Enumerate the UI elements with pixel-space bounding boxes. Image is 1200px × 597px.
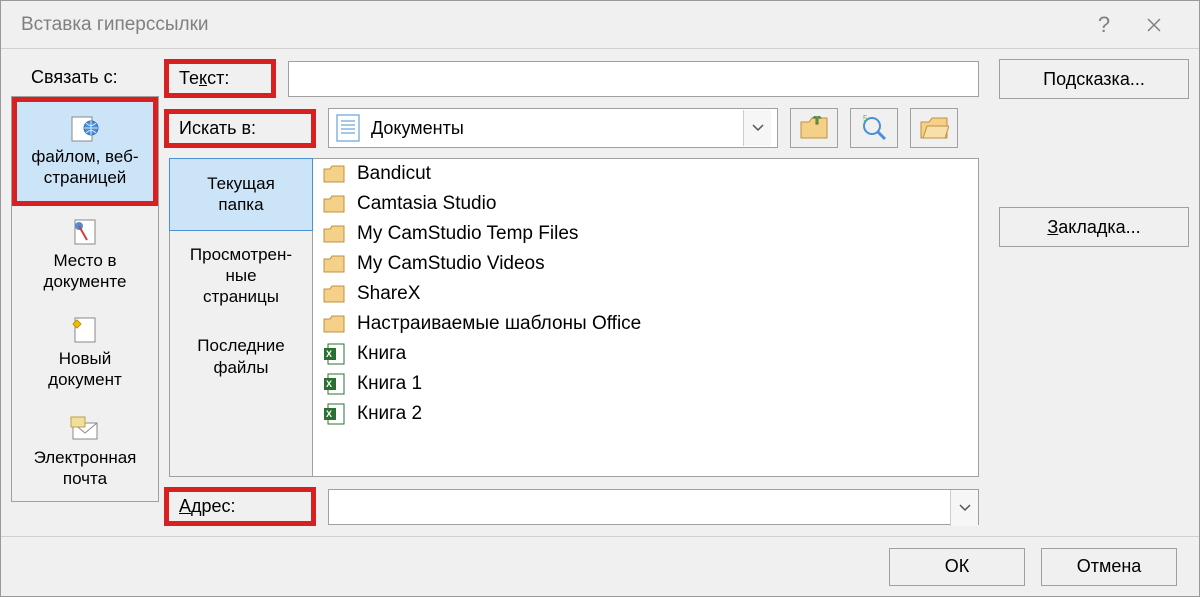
place-in-doc-icon xyxy=(69,218,101,246)
browse-web-icon: 5 xyxy=(859,115,889,141)
excel-icon: X xyxy=(323,343,345,365)
svg-text:X: X xyxy=(326,379,332,389)
link-option-new-doc[interactable]: Новыйдокумент xyxy=(12,304,158,403)
file-name: Книга 2 xyxy=(357,403,422,425)
link-option-label: файлом, веб-страницей xyxy=(31,146,138,189)
file-name: Настраиваемые шаблоны Office xyxy=(357,313,641,335)
text-input[interactable] xyxy=(288,61,979,97)
tab-recent-files[interactable]: Последниефайлы xyxy=(170,321,312,392)
list-item[interactable]: Настраиваемые шаблоны Office xyxy=(313,309,978,339)
chevron-down-icon xyxy=(959,504,971,512)
folder-icon xyxy=(323,255,345,273)
link-option-email[interactable]: Электроннаяпочта xyxy=(12,403,158,502)
file-name: Bandicut xyxy=(357,163,431,185)
folder-open-icon xyxy=(919,116,949,140)
folder-icon xyxy=(323,225,345,243)
lookin-combobox[interactable]: Документы xyxy=(328,108,778,148)
bookmark-button[interactable]: Закладка... xyxy=(999,207,1189,247)
file-web-icon xyxy=(69,114,101,142)
link-option-label: Новыйдокумент xyxy=(48,348,122,391)
folder-icon xyxy=(323,315,345,333)
file-list[interactable]: Bandicut Camtasia Studio My CamStudio Te… xyxy=(313,158,979,477)
lookin-label: Искать в: xyxy=(171,118,301,139)
folder-up-icon xyxy=(799,116,829,140)
address-label: Адрес: xyxy=(171,496,301,517)
file-name: My CamStudio Videos xyxy=(357,253,545,275)
file-name: My CamStudio Temp Files xyxy=(357,223,578,245)
screentip-button[interactable]: Подсказка... xyxy=(999,59,1189,99)
dialog-footer: ОК Отмена xyxy=(1,536,1199,596)
browse-file-button[interactable] xyxy=(910,108,958,148)
file-name: Книга 1 xyxy=(357,373,422,395)
link-option-label: Электроннаяпочта xyxy=(34,447,137,490)
chevron-down-icon xyxy=(752,124,764,132)
folder-icon xyxy=(323,195,345,213)
excel-icon: X xyxy=(323,403,345,425)
excel-icon: X xyxy=(323,373,345,395)
folder-icon xyxy=(323,285,345,303)
close-icon xyxy=(1146,17,1162,33)
list-item[interactable]: My CamStudio Temp Files xyxy=(313,219,978,249)
dialog-title: Вставка гиперссылки xyxy=(21,14,1079,36)
titlebar: Вставка гиперссылки ? xyxy=(1,1,1199,49)
tab-browsed-pages[interactable]: Просмотрен-ныестраницы xyxy=(170,230,312,322)
browse-tabs: Текущаяпапка Просмотрен-ныестраницы Посл… xyxy=(169,158,313,477)
lookin-value: Документы xyxy=(371,118,733,139)
browse-web-button[interactable]: 5 xyxy=(850,108,898,148)
svg-text:5: 5 xyxy=(863,115,868,123)
document-icon xyxy=(335,113,361,143)
up-one-level-button[interactable] xyxy=(790,108,838,148)
list-item[interactable]: ShareX xyxy=(313,279,978,309)
address-combobox[interactable] xyxy=(328,489,979,525)
lookin-dropdown-button[interactable] xyxy=(743,110,771,146)
close-button[interactable] xyxy=(1129,1,1179,49)
link-with-label: Связать с: xyxy=(11,59,159,96)
link-option-file-web[interactable]: файлом, веб-страницей xyxy=(12,97,158,206)
file-name: ShareX xyxy=(357,283,420,305)
svg-text:X: X xyxy=(326,409,332,419)
new-doc-icon xyxy=(69,316,101,344)
link-option-place-in-doc[interactable]: Место вдокументе xyxy=(12,206,158,305)
cancel-button[interactable]: Отмена xyxy=(1041,548,1177,586)
file-name: Camtasia Studio xyxy=(357,193,496,215)
list-item[interactable]: Bandicut xyxy=(313,159,978,189)
list-item[interactable]: X Книга 1 xyxy=(313,369,978,399)
svg-text:X: X xyxy=(326,349,332,359)
file-name: Книга xyxy=(357,343,406,365)
address-dropdown-button[interactable] xyxy=(950,490,978,526)
help-button[interactable]: ? xyxy=(1079,1,1129,49)
address-input[interactable] xyxy=(329,490,950,524)
list-item[interactable]: X Книга xyxy=(313,339,978,369)
ok-button[interactable]: ОК xyxy=(889,548,1025,586)
link-to-panel: файлом, веб-страницей Место вдокументе Н… xyxy=(11,96,159,502)
email-icon xyxy=(69,415,101,443)
list-item[interactable]: My CamStudio Videos xyxy=(313,249,978,279)
text-label: Текст: xyxy=(171,68,261,89)
link-option-label: Место вдокументе xyxy=(44,250,127,293)
folder-icon xyxy=(323,165,345,183)
list-item[interactable]: X Книга 2 xyxy=(313,399,978,429)
list-item[interactable]: Camtasia Studio xyxy=(313,189,978,219)
tab-current-folder[interactable]: Текущаяпапка xyxy=(169,158,313,231)
